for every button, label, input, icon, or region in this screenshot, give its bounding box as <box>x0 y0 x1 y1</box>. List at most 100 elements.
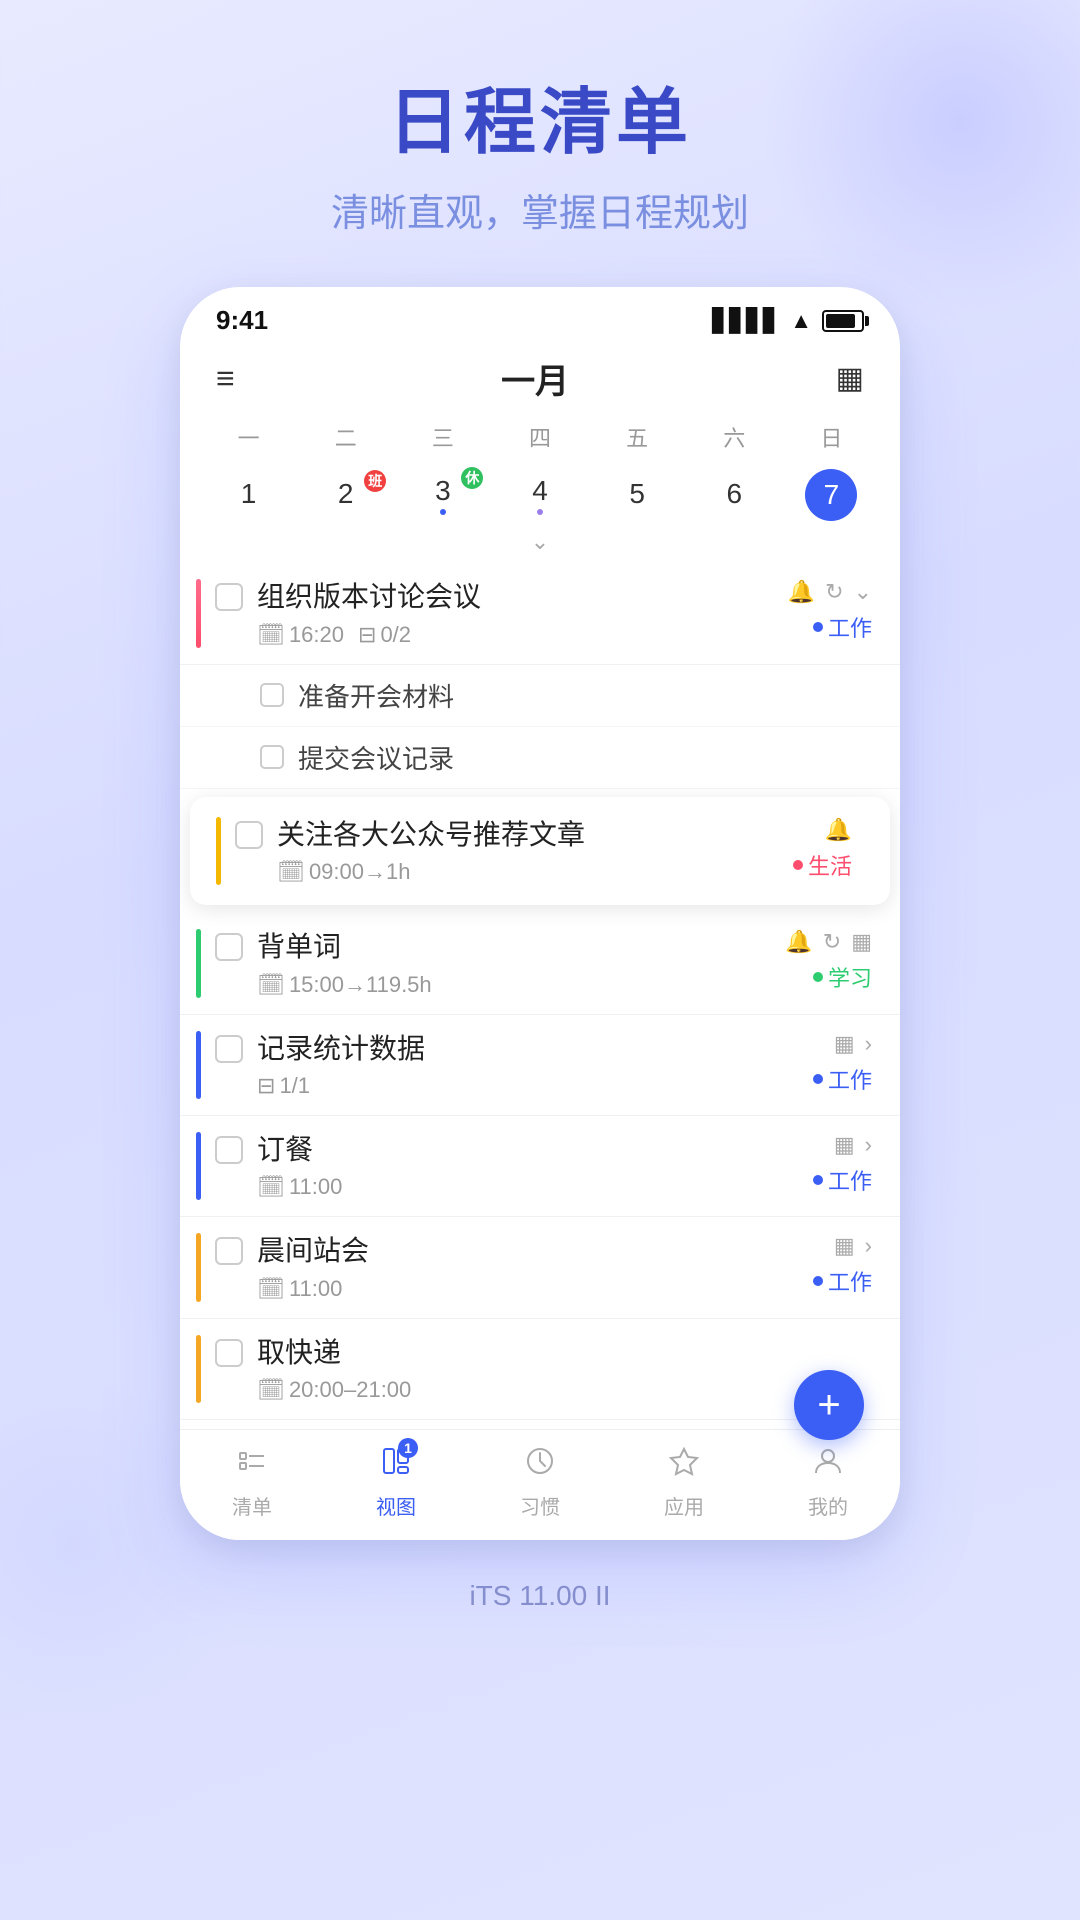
grid-icon-3[interactable]: ▦ <box>851 929 872 955</box>
alarm-icon-2[interactable]: 🔔 <box>825 817 852 843</box>
alarm-icon-3[interactable]: 🔔 <box>785 929 812 955</box>
subtask-checkbox-1[interactable] <box>260 683 284 707</box>
nav-item-view[interactable]: 1 视图 <box>346 1444 446 1520</box>
repeat-icon-3[interactable]: ↻ <box>823 929 841 955</box>
cat-dot-5 <box>813 1175 823 1185</box>
nav-item-mine[interactable]: 我的 <box>778 1444 878 1520</box>
task-right-6: ▦ › 工作 <box>792 1233 872 1297</box>
clock-icon-3: 🗓 <box>257 972 285 998</box>
task-checkbox-5[interactable] <box>215 1136 243 1164</box>
cal-date-7-wrapper[interactable]: 7 <box>783 469 880 521</box>
nav-icon-list <box>236 1444 268 1486</box>
nav-item-habit[interactable]: 习惯 <box>490 1444 590 1520</box>
task-title-2: 关注各大公众号推荐文章 <box>277 817 772 853</box>
weekday-sun: 日 <box>783 417 880 457</box>
task-icons-2: 🔔 <box>825 817 852 843</box>
grid-icon-4[interactable]: ▦ <box>834 1031 855 1057</box>
task-category-1: 工作 <box>813 611 872 643</box>
clock-icon-6: 🗓 <box>257 1276 285 1302</box>
calendar-section: 一 二 三 四 五 六 日 1 2 班 3 休 <box>180 417 900 563</box>
task-title-4: 记录统计数据 <box>257 1031 792 1067</box>
task-title-1: 组织版本讨论会议 <box>257 579 788 615</box>
subtask-title-2: 提交会议记录 <box>298 739 454 776</box>
signal-icon: ▋▋▋▋ <box>713 308 781 334</box>
task-right-2: 🔔 生活 <box>772 817 852 881</box>
nav-item-app[interactable]: 应用 <box>634 1444 734 1520</box>
nav-label-view: 视图 <box>376 1491 416 1520</box>
nav-label-mine: 我的 <box>808 1491 848 1520</box>
task-content-6: 晨间站会 🗓11:00 <box>257 1233 792 1301</box>
task-icons-5: ▦ › <box>834 1132 872 1158</box>
task-meta-4: ⊟1/1 <box>257 1073 792 1099</box>
task-bar-2 <box>216 817 221 885</box>
task-content-3: 背单词 🗓15:00→119.5h <box>257 929 785 997</box>
task-bar-4 <box>196 1031 201 1099</box>
nav-item-list[interactable]: 清单 <box>202 1444 302 1520</box>
cal-date-6[interactable]: 6 <box>686 468 783 522</box>
nav-icon-mine <box>812 1444 844 1486</box>
bottom-nav: 清单 1 视图 习惯 <box>180 1429 900 1540</box>
clock-icon-7: 🗓 <box>257 1377 285 1403</box>
cal-date-7[interactable]: 7 <box>805 469 857 521</box>
cat-dot-3 <box>813 972 823 982</box>
expand-icon-1[interactable]: ⌄ <box>854 579 872 605</box>
app-header: ≡ 一月 ▦ <box>180 344 900 417</box>
battery-icon <box>822 310 864 332</box>
nav-label-list: 清单 <box>232 1491 272 1520</box>
chevron-icon-4[interactable]: › <box>865 1031 872 1057</box>
task-item-5: 订餐 🗓11:00 ▦ › 工作 <box>180 1116 900 1217</box>
task-bar-3 <box>196 929 201 997</box>
task-right-1: 🔔 ↻ ⌄ 工作 <box>788 579 872 643</box>
grid-icon-5[interactable]: ▦ <box>834 1132 855 1158</box>
grid-icon-6[interactable]: ▦ <box>834 1233 855 1259</box>
fab-button[interactable]: + <box>794 1370 864 1440</box>
nav-icon-habit <box>524 1444 556 1486</box>
task-bar-6 <box>196 1233 201 1301</box>
task-time-6: 🗓11:00 <box>257 1276 342 1302</box>
nav-badge-view: 1 <box>398 1438 418 1458</box>
task-bar-5 <box>196 1132 201 1200</box>
task-checkbox-1[interactable] <box>215 583 243 611</box>
nav-label-habit: 习惯 <box>520 1491 560 1520</box>
task-checkbox-4[interactable] <box>215 1035 243 1063</box>
task-time-7: 🗓20:00–21:00 <box>257 1377 411 1403</box>
chevron-icon-5[interactable]: › <box>865 1132 872 1158</box>
task-item-1: 组织版本讨论会议 🗓16:20 ⊟0/2 🔔 ↻ ⌄ <box>180 563 900 664</box>
task-title-7: 取快递 <box>257 1335 792 1371</box>
task-category-3: 学习 <box>813 961 872 993</box>
task-time-3: 🗓15:00→119.5h <box>257 972 432 998</box>
task-checkbox-2[interactable] <box>235 821 263 849</box>
task-bar-1 <box>196 579 201 647</box>
cal-date-2[interactable]: 2 班 <box>297 468 394 522</box>
weekday-mon: 一 <box>200 417 297 457</box>
task-checkbox-7[interactable] <box>215 1339 243 1367</box>
task-content-5: 订餐 🗓11:00 <box>257 1132 792 1200</box>
cal-date-1[interactable]: 1 <box>200 468 297 522</box>
weekday-tue: 二 <box>297 417 394 457</box>
chevron-icon-6[interactable]: › <box>865 1233 872 1259</box>
cat-label-1: 工作 <box>828 611 872 643</box>
nav-label-app: 应用 <box>664 1491 704 1520</box>
expand-arrow[interactable]: ⌄ <box>200 525 880 563</box>
task-item-3: 背单词 🗓15:00→119.5h 🔔 ↻ ▦ 学习 <box>180 913 900 1014</box>
task-right-5: ▦ › 工作 <box>792 1132 872 1196</box>
task-checkbox-6[interactable] <box>215 1237 243 1265</box>
task-title-5: 订餐 <box>257 1132 792 1168</box>
task-icons-4: ▦ › <box>834 1031 872 1057</box>
weekday-sat: 六 <box>686 417 783 457</box>
task-title-6: 晨间站会 <box>257 1233 792 1269</box>
cal-date-5[interactable]: 5 <box>589 468 686 522</box>
weekday-thu: 四 <box>491 417 588 457</box>
subtask-icon-1: ⊟ <box>358 622 376 648</box>
task-checkbox-3[interactable] <box>215 933 243 961</box>
subtask-checkbox-2[interactable] <box>260 745 284 769</box>
repeat-icon-1[interactable]: ↻ <box>825 579 843 605</box>
calendar-grid-icon[interactable]: ▦ <box>836 361 864 396</box>
phone-mockup: 9:41 ▋▋▋▋ ▲ ≡ 一月 ▦ 一 二 三 四 五 六 日 1 <box>180 287 900 1540</box>
task-time-2: 🗓09:00→1h <box>277 859 410 885</box>
menu-icon[interactable]: ≡ <box>216 360 235 397</box>
task-list: 组织版本讨论会议 🗓16:20 ⊟0/2 🔔 ↻ ⌄ <box>180 563 900 1540</box>
alarm-icon-1[interactable]: 🔔 <box>788 579 815 605</box>
cal-date-4[interactable]: 4 <box>491 465 588 525</box>
cal-date-3[interactable]: 3 休 <box>394 465 491 525</box>
